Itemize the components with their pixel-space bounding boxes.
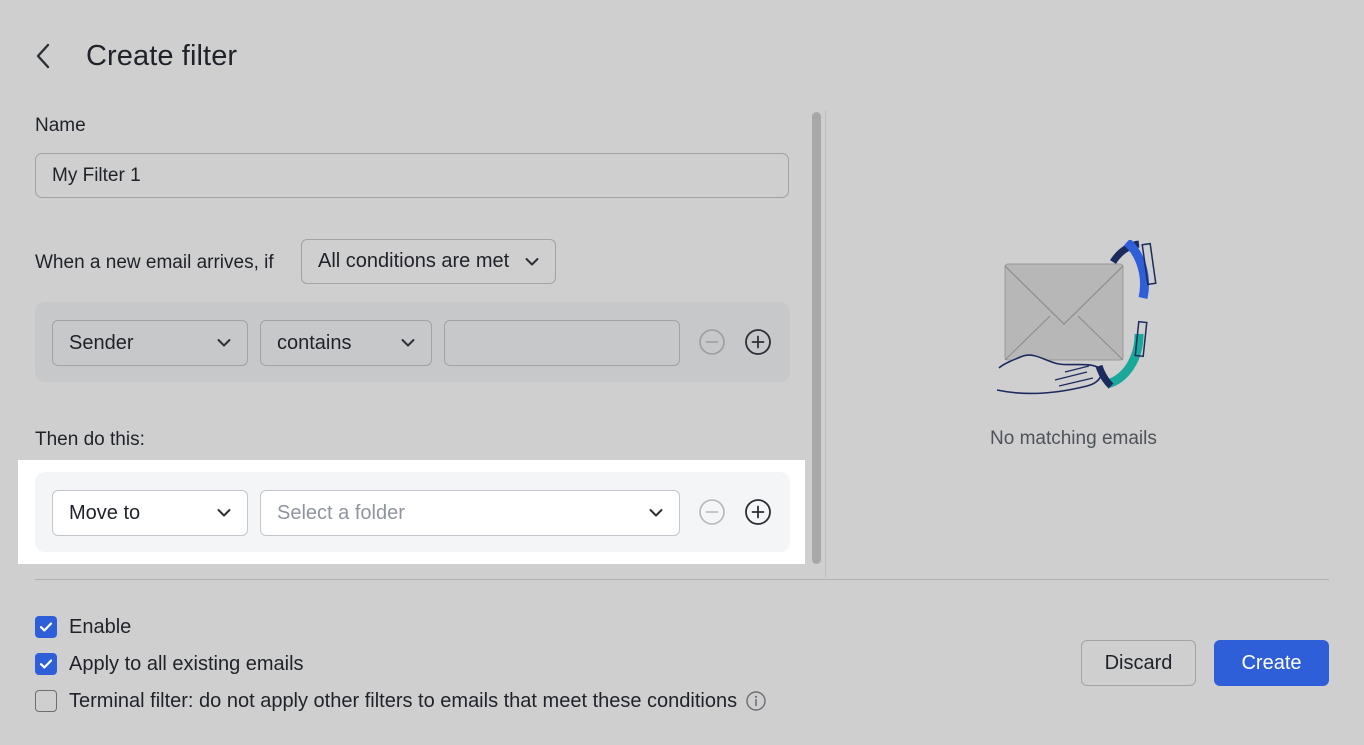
- scrollbar[interactable]: [812, 112, 821, 564]
- filter-name-input[interactable]: My Filter 1: [35, 153, 789, 198]
- folder-select-placeholder: Select a folder: [277, 501, 405, 524]
- action-type-select[interactable]: Move to: [52, 490, 248, 536]
- terminal-filter-label: Terminal filter: do not apply other filt…: [69, 689, 738, 712]
- condition-operator-value: contains: [277, 331, 352, 354]
- page-title: Create filter: [86, 39, 238, 72]
- condition-operator-select[interactable]: contains: [260, 320, 432, 366]
- back-arrow-icon: [36, 43, 50, 69]
- checkmark-icon: [39, 659, 53, 669]
- match-mode-value: All conditions are met: [318, 250, 510, 272]
- back-button[interactable]: [34, 36, 64, 76]
- chevron-down-icon: [217, 508, 231, 518]
- action-label: Then do this:: [35, 429, 145, 450]
- add-action-button[interactable]: [744, 498, 772, 526]
- chevron-down-icon: [649, 508, 663, 518]
- discard-button[interactable]: Discard: [1081, 640, 1196, 686]
- add-circle-icon: [745, 329, 771, 355]
- header: Create filter: [34, 36, 237, 76]
- checkmark-icon: [39, 622, 53, 632]
- horizontal-divider: [35, 579, 1329, 580]
- condition-prefix-label: When a new email arrives, if: [35, 252, 274, 273]
- add-condition-button[interactable]: [744, 328, 772, 356]
- remove-circle-icon: [699, 499, 725, 525]
- enable-label: Enable: [69, 615, 132, 638]
- terminal-filter-checkbox[interactable]: [35, 690, 57, 712]
- chevron-down-icon: [401, 338, 415, 348]
- terminal-filter-option: Terminal filter: do not apply other filt…: [35, 689, 767, 713]
- info-icon[interactable]: [745, 690, 767, 712]
- apply-existing-checkbox[interactable]: [35, 653, 57, 675]
- remove-action-button[interactable]: [698, 498, 726, 526]
- enable-checkbox[interactable]: [35, 616, 57, 638]
- apply-existing-option: Apply to all existing emails: [35, 652, 304, 676]
- remove-circle-icon: [699, 329, 725, 355]
- match-mode-select[interactable]: All conditions are met: [301, 239, 556, 284]
- action-type-value: Move to: [69, 501, 141, 524]
- envelope-illustration: [995, 238, 1165, 400]
- filter-name-value: My Filter 1: [52, 164, 141, 186]
- name-label: Name: [35, 115, 86, 136]
- chevron-down-icon: [525, 257, 539, 267]
- remove-condition-button[interactable]: [698, 328, 726, 356]
- enable-option: Enable: [35, 615, 131, 639]
- condition-value-input[interactable]: [444, 320, 680, 366]
- apply-existing-label: Apply to all existing emails: [69, 652, 304, 675]
- vertical-divider: [825, 110, 826, 578]
- create-button[interactable]: Create: [1214, 640, 1329, 686]
- add-circle-icon: [745, 499, 771, 525]
- no-matching-emails-text: No matching emails: [990, 428, 1157, 449]
- condition-field-value: Sender: [69, 331, 134, 354]
- chevron-down-icon: [217, 338, 231, 348]
- folder-select[interactable]: Select a folder: [260, 490, 680, 536]
- condition-field-select[interactable]: Sender: [52, 320, 248, 366]
